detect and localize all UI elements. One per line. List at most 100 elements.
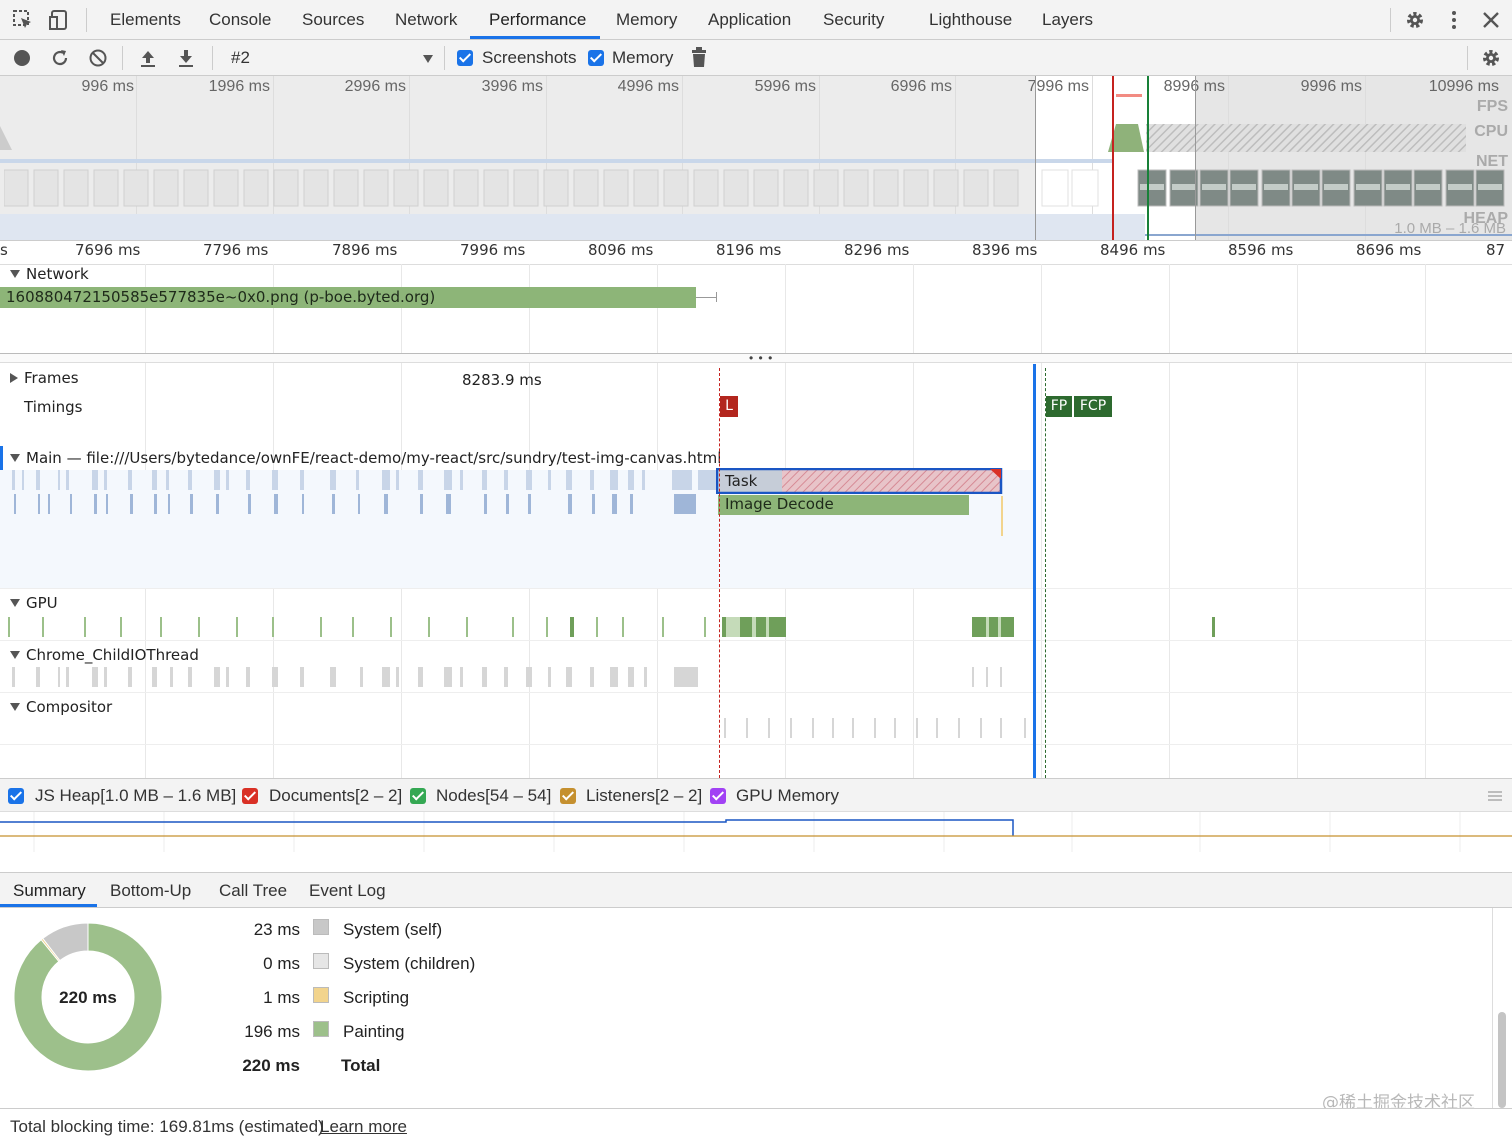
screenshots-checkbox[interactable] xyxy=(457,50,473,66)
main-thread-activity xyxy=(12,470,716,514)
tab-bottom-up[interactable]: Bottom-Up xyxy=(110,881,191,901)
donut-total: 220 ms xyxy=(59,988,117,1007)
summary-total-value: 220 ms xyxy=(242,1056,300,1075)
gpu-track-label: GPU xyxy=(26,594,58,612)
overview-tick: 4996 ms xyxy=(617,78,679,95)
tab-console[interactable]: Console xyxy=(209,0,271,39)
collapse-triangle-icon[interactable] xyxy=(10,703,20,711)
tab-sources[interactable]: Sources xyxy=(302,0,364,39)
frame-duration: 8283.9 ms xyxy=(462,371,542,389)
tab-call-tree[interactable]: Call Tree xyxy=(219,881,287,901)
tab-layers[interactable]: Layers xyxy=(1042,0,1093,39)
summary-value: 0 ms xyxy=(263,954,300,973)
main-track-header[interactable]: Main — file:///Users/bytedance/ownFE/rea… xyxy=(10,449,721,467)
gpu-track-header[interactable]: GPU xyxy=(10,594,58,612)
documents-label: Documents[2 – 2] xyxy=(269,786,403,805)
first-paint-marker[interactable]: FP xyxy=(1046,396,1072,417)
upload-profile-icon[interactable] xyxy=(138,48,158,68)
collapse-triangle-icon[interactable] xyxy=(10,270,20,278)
more-options-icon[interactable] xyxy=(1443,9,1465,31)
screenshots-label: Screenshots xyxy=(482,48,577,67)
memory-label: Memory xyxy=(612,48,674,67)
memory-checkbox[interactable] xyxy=(588,50,604,66)
selection-left-edge[interactable] xyxy=(1035,76,1036,240)
active-tab-indicator xyxy=(470,36,600,39)
summary-label: System (children) xyxy=(343,954,476,973)
overview-tick: 1996 ms xyxy=(208,78,270,95)
task-label: Task xyxy=(725,472,758,490)
devtools-tab-bar: Elements Console Sources Network Perform… xyxy=(0,0,1512,40)
overview-tick: 8996 ms xyxy=(1163,78,1225,95)
total-blocking-time: Total blocking time: 169.81ms (estimated… xyxy=(10,1117,324,1136)
nodes-checkbox[interactable] xyxy=(410,788,426,804)
collapse-triangle-icon[interactable] xyxy=(10,651,20,659)
collapse-triangle-icon[interactable] xyxy=(10,454,20,462)
chevron-down-icon[interactable] xyxy=(422,54,434,64)
overview-tick: 996 ms xyxy=(81,78,134,95)
capture-settings-gear-icon[interactable] xyxy=(1480,47,1502,69)
task-bar[interactable] xyxy=(716,468,1004,494)
tab-network[interactable]: Network xyxy=(395,0,457,39)
overview-tick: 2996 ms xyxy=(344,78,406,95)
listeners-checkbox[interactable] xyxy=(560,788,576,804)
timeline-overview[interactable]: 996 ms 1996 ms 2996 ms 3996 ms 4996 ms 5… xyxy=(0,76,1512,241)
timeline-ruler: s 7696 ms 7796 ms 7896 ms 7996 ms 8096 m… xyxy=(0,240,1512,265)
tab-lighthouse[interactable]: Lighthouse xyxy=(929,0,1012,39)
tab-summary[interactable]: Summary xyxy=(13,881,86,901)
ruler-tick: 8696 ms xyxy=(1356,241,1422,259)
expand-triangle-icon[interactable] xyxy=(10,373,18,383)
image-decode-label: Image Decode xyxy=(725,495,834,513)
details-scrollbar[interactable] xyxy=(1498,1012,1506,1108)
network-overview-bar xyxy=(0,159,1112,163)
drag-handle-icon[interactable] xyxy=(1488,790,1502,802)
reload-icon[interactable] xyxy=(50,48,70,68)
ruler-tick: 7896 ms xyxy=(332,241,398,259)
js-heap-checkbox[interactable] xyxy=(8,788,24,804)
selection-right-edge[interactable] xyxy=(1195,76,1196,240)
tab-memory[interactable]: Memory xyxy=(616,0,677,39)
tab-security[interactable]: Security xyxy=(823,0,884,39)
system-self-swatch xyxy=(313,919,329,935)
track-splitter[interactable]: • • • xyxy=(0,352,1512,364)
io-thread-track-header[interactable]: Chrome_ChildIOThread xyxy=(10,646,199,664)
image-decode-bar[interactable]: Image Decode xyxy=(718,495,969,515)
collapse-triangle-icon[interactable] xyxy=(10,599,20,607)
documents-checkbox[interactable] xyxy=(242,788,258,804)
inspect-element-icon[interactable] xyxy=(12,9,34,31)
tab-performance[interactable]: Performance xyxy=(489,0,586,39)
tab-event-log[interactable]: Event Log xyxy=(309,881,386,901)
ruler-tick: 8196 ms xyxy=(716,241,782,259)
memory-counters-bar: JS Heap[1.0 MB – 1.6 MB] Documents[2 – 2… xyxy=(0,778,1512,812)
learn-more-link[interactable]: Learn more xyxy=(320,1117,407,1137)
ruler-tick: 8296 ms xyxy=(844,241,910,259)
ruler-tick: 8496 ms xyxy=(1100,241,1166,259)
device-toolbar-icon[interactable] xyxy=(48,9,70,31)
summary-value: 23 ms xyxy=(253,920,300,939)
compositor-track-header[interactable]: Compositor xyxy=(10,698,112,716)
gpu-memory-label: GPU Memory xyxy=(736,786,839,805)
overview-tick: 3996 ms xyxy=(481,78,543,95)
tab-application[interactable]: Application xyxy=(708,0,791,39)
profile-select[interactable]: #2 xyxy=(231,48,250,68)
clear-icon[interactable] xyxy=(88,48,108,68)
download-profile-icon[interactable] xyxy=(176,48,196,68)
tab-elements[interactable]: Elements xyxy=(110,0,181,39)
network-track-header[interactable]: Network xyxy=(10,265,89,283)
summary-value: 196 ms xyxy=(244,1022,300,1041)
load-event-marker[interactable]: L xyxy=(720,396,738,417)
frames-track-header[interactable]: Frames xyxy=(10,369,79,387)
network-request-bar[interactable]: 160880472150585e577835e~0x0.png (p-boe.b… xyxy=(0,287,696,308)
gpu-memory-checkbox[interactable] xyxy=(710,788,726,804)
painting-swatch xyxy=(313,1021,329,1037)
ruler-tick: 8596 ms xyxy=(1228,241,1294,259)
settings-gear-icon[interactable] xyxy=(1404,9,1426,31)
dcl-marker-line xyxy=(1147,76,1149,240)
summary-value: 1 ms xyxy=(263,988,300,1007)
network-track-label: Network xyxy=(26,265,89,283)
playhead-cursor[interactable] xyxy=(1033,364,1036,778)
first-contentful-paint-marker[interactable]: FCP xyxy=(1074,396,1112,417)
close-icon[interactable] xyxy=(1480,9,1502,31)
record-icon[interactable] xyxy=(12,48,32,68)
overview-tick: 7996 ms xyxy=(1027,78,1089,95)
trash-icon[interactable] xyxy=(690,47,708,69)
